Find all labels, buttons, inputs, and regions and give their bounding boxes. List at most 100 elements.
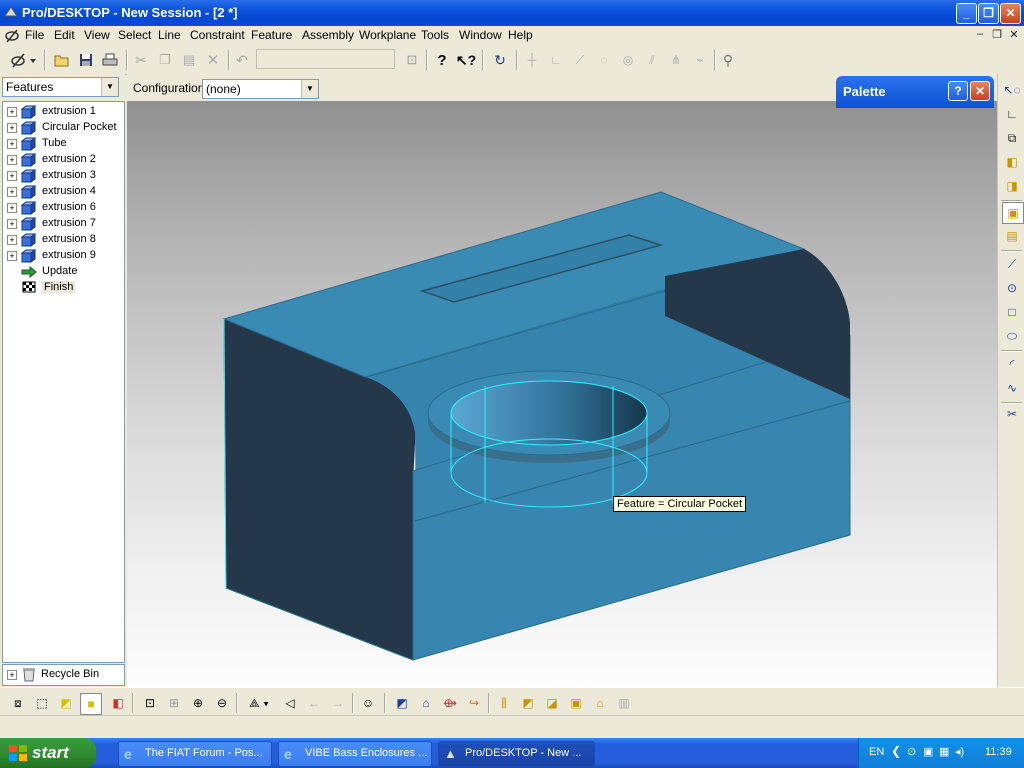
menu-tools[interactable]: Tools [421, 28, 449, 42]
tray-network-icon[interactable]: ⊙ [907, 745, 916, 758]
arc-tool-button[interactable]: ◜ [1002, 354, 1022, 374]
loft-button[interactable]: ↪ [464, 693, 484, 713]
start-button[interactable]: start [0, 738, 96, 768]
split-button[interactable]: ⫼ [494, 693, 514, 713]
spline-tool-button[interactable]: ∿ [1002, 378, 1022, 398]
copy-button[interactable]: ❐ [155, 50, 175, 70]
constraint-tool-4[interactable]: ◌ [594, 50, 614, 70]
menu-edit[interactable]: Edit [54, 28, 75, 42]
menu-line[interactable]: Line [158, 28, 181, 42]
expand-icon[interactable]: + [7, 203, 17, 213]
feature-select-button[interactable]: ◨ [1002, 176, 1022, 196]
ellipse-tool-button[interactable]: ⬭ [1002, 326, 1022, 346]
pattern-button[interactable]: ▥ [614, 693, 634, 713]
mdi-close-button[interactable]: ✕ [1007, 28, 1021, 41]
3d-viewport[interactable]: Feature = Circular Pocket [127, 101, 997, 687]
tree-node[interactable]: + Circular Pocket [3, 120, 121, 136]
tree-node[interactable]: + extrusion 8 [3, 232, 121, 248]
expand-icon[interactable]: + [7, 171, 17, 181]
menu-select[interactable]: Select [118, 28, 151, 42]
palette-help-button[interactable]: ? [948, 81, 968, 101]
revolve-button[interactable]: ⌂ [416, 693, 436, 713]
constraint-tool-1[interactable]: ┼ [522, 50, 542, 70]
draft-button[interactable]: ⌂ [590, 693, 610, 713]
tree-node[interactable]: + extrusion 9 [3, 248, 121, 264]
restore-button[interactable]: ❐ [978, 3, 999, 24]
tree-node[interactable]: + Tube [3, 136, 121, 152]
tree-node[interactable]: Finish [3, 280, 121, 296]
expand-icon[interactable]: + [7, 251, 17, 261]
tree-node[interactable]: + extrusion 2 [3, 152, 121, 168]
chevron-down-icon[interactable]: ▼ [301, 80, 318, 98]
zoom-out-button[interactable]: ⊖ [212, 693, 232, 713]
menu-assembly[interactable]: Assembly [302, 28, 354, 42]
palette-window[interactable]: Palette ? ✕ [836, 76, 994, 108]
tray-shield-icon[interactable]: ▣ [923, 745, 933, 758]
smiley-button[interactable]: ☺ [358, 693, 378, 713]
edge-select-button[interactable]: ∟ [1002, 104, 1022, 124]
circle-tool-button[interactable]: ⊙ [1002, 278, 1022, 298]
expand-icon[interactable]: + [7, 139, 17, 149]
expand-icon[interactable]: + [7, 235, 17, 245]
configuration-select[interactable]: (none) ▼ [202, 79, 319, 99]
view-wireframe-button[interactable]: ⬚ [32, 693, 52, 713]
fillet-button[interactable]: ◪ [542, 693, 562, 713]
menu-workplane[interactable]: Workplane [359, 28, 416, 42]
layer-button[interactable]: ⊡ [402, 50, 422, 70]
expand-icon[interactable]: + [7, 155, 17, 165]
rectangle-tool-button[interactable]: □ [1002, 302, 1022, 322]
menu-constraint[interactable]: Constraint [190, 28, 245, 42]
extrude-button[interactable]: ◩ [392, 693, 412, 713]
part-select-button[interactable]: ◧ [1002, 152, 1022, 172]
close-button[interactable]: ✕ [1000, 3, 1021, 24]
undo-button[interactable]: ↶ [232, 50, 252, 70]
zoom-in-button[interactable]: ⊕ [188, 693, 208, 713]
constraint-tool-7[interactable]: ⋔ [666, 50, 686, 70]
constraint-tool-5[interactable]: ◎ [618, 50, 638, 70]
tray-app-icon[interactable]: ▦ [939, 745, 949, 758]
expand-icon[interactable]: + [7, 187, 17, 197]
open-button[interactable] [52, 50, 72, 70]
view-section-button[interactable]: ◧ [108, 693, 128, 713]
context-help-button[interactable]: ↖? [456, 50, 476, 70]
view-orientation-button[interactable]: ⟁ ▾ [242, 693, 276, 713]
language-indicator[interactable]: EN [869, 746, 884, 758]
paste-button[interactable]: ▤ [179, 50, 199, 70]
zoom-button[interactable]: ⚲ [718, 50, 738, 70]
constraint-tool-8[interactable]: ⌁ [690, 50, 710, 70]
mdi-minimize-button[interactable]: – [973, 28, 987, 41]
menu-window[interactable]: Window [459, 28, 502, 42]
face-select-button[interactable]: ⧉ [1002, 128, 1022, 148]
expand-icon[interactable]: + [7, 219, 17, 229]
delete-button[interactable]: ✕ [203, 50, 223, 70]
trim-tool-button[interactable]: ✂ [1002, 404, 1022, 424]
menu-help[interactable]: Help [508, 28, 533, 42]
menu-view[interactable]: View [84, 28, 110, 42]
tray-expand-icon[interactable]: ❮ [891, 744, 901, 758]
taskbar-item-vibe[interactable]: e VIBE Bass Enclosures ... [278, 741, 432, 767]
browser-selector[interactable]: Features ▼ [2, 77, 119, 97]
tree-node[interactable]: + extrusion 7 [3, 216, 121, 232]
constraint-tool-2[interactable]: ∟ [546, 50, 566, 70]
expand-icon[interactable]: + [7, 670, 17, 680]
taskbar-item-prodesktop[interactable]: ▲ Pro/DESKTOP - New ... [438, 741, 595, 767]
recycle-bin-node[interactable]: + Recycle Bin [2, 664, 125, 686]
zoom-window-button[interactable]: ⊞ [164, 693, 184, 713]
line-tool-button[interactable]: ⟋ [1002, 254, 1022, 274]
cut-button[interactable]: ✂ [131, 50, 151, 70]
save-button[interactable] [76, 50, 96, 70]
workplane-select-button[interactable]: ▣ [1002, 202, 1024, 224]
chevron-down-icon[interactable]: ▼ [101, 78, 118, 96]
palette-close-button[interactable]: ✕ [970, 81, 990, 101]
tree-node[interactable]: + extrusion 6 [3, 200, 121, 216]
chamfer-button[interactable]: ◩ [518, 693, 538, 713]
constraint-tool-6[interactable]: ⫽ [642, 50, 662, 70]
tray-speaker-icon[interactable]: ◂) [955, 745, 964, 758]
menu-file[interactable]: File [25, 28, 44, 42]
constraint-select-button[interactable]: ▤ [1002, 226, 1022, 246]
sweep-button[interactable]: ⟴ [440, 693, 460, 713]
shell-button[interactable]: ▣ [566, 693, 586, 713]
tree-node[interactable]: + extrusion 3 [3, 168, 121, 184]
print-button[interactable] [100, 50, 120, 70]
constraint-tool-3[interactable]: ⟋ [570, 50, 590, 70]
